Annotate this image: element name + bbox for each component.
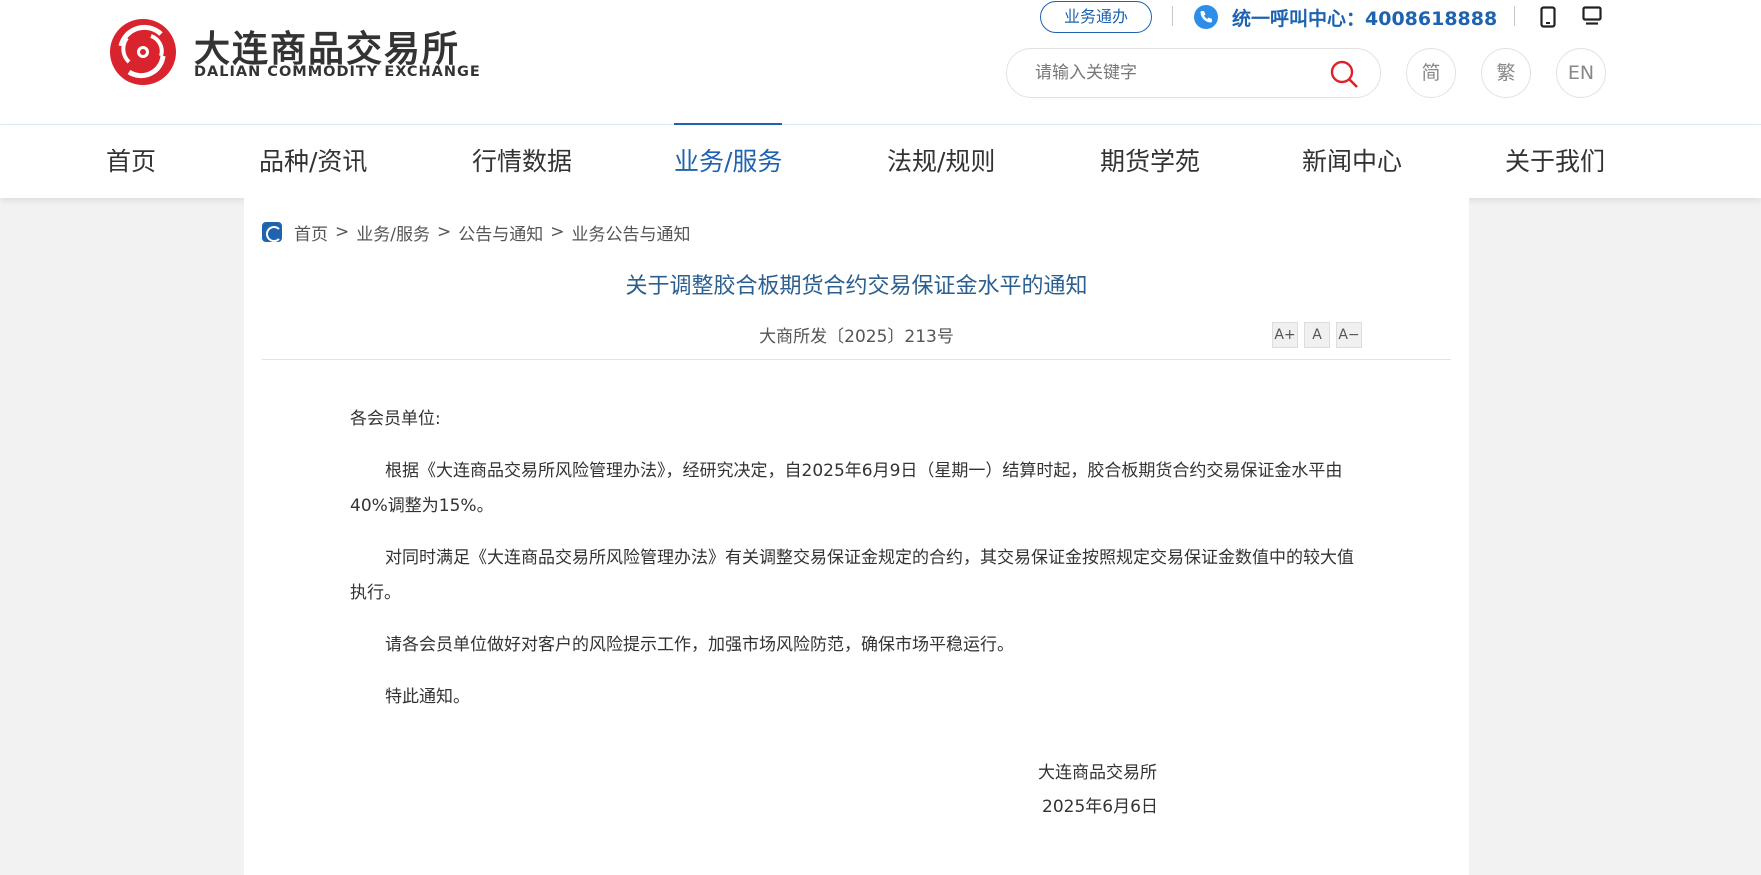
nav-item-news-center[interactable]: 新闻中心 [1302,125,1402,198]
desktop-icon[interactable] [1582,6,1602,26]
nav-item-home[interactable]: 首页 [106,125,156,198]
lang-english-button[interactable]: EN [1556,48,1606,98]
font-size-controls: A+ A A− [1272,322,1368,348]
article-paragraph: 对同时满足《大连商品交易所风险管理办法》有关调整交易保证金规定的合约，其交易保证… [350,548,1354,603]
lang-traditional-button[interactable]: 繁 [1481,48,1531,98]
mobile-icon[interactable] [1540,6,1556,28]
lang-simplified-button[interactable]: 简 [1406,48,1456,98]
nav-item-market-data[interactable]: 行情数据 [472,125,572,198]
signature-date: 2025年6月6日 [1042,797,1158,817]
breadcrumb-home[interactable]: 首页 [294,220,328,245]
breadcrumb-separator: > [550,222,565,242]
logo-swirl-icon [110,19,176,85]
nav-item-products-info[interactable]: 品种/资讯 [259,125,367,198]
breadcrumb: 首页 > 业务/服务 > 公告与通知 > 业务公告与通知 [262,220,690,245]
article-title: 关于调整胶合板期货合约交易保证金水平的通知 [625,274,1088,299]
article-container: 首页 > 业务/服务 > 公告与通知 > 业务公告与通知 关于调整胶合板期货合约… [244,198,1469,875]
signature-organization: 大连商品交易所 [1038,763,1157,783]
nav-item-business-services[interactable]: 业务/服务 [674,123,783,198]
search-box [1006,48,1381,98]
separator [1172,6,1173,26]
business-service-button[interactable]: 业务通办 [1040,1,1152,33]
breadcrumb-separator: > [436,222,452,242]
main-nav: 首页 品种/资讯 行情数据 业务/服务 法规/规则 期货学苑 新闻中心 关于我们 [0,123,1761,198]
nav-item-futures-academy[interactable]: 期货学苑 [1100,125,1200,198]
font-increase-button[interactable]: A+ [1272,322,1298,348]
breadcrumb-business-services[interactable]: 业务/服务 [356,220,430,245]
search-input[interactable] [1035,59,1315,87]
top-utility-bar: 业务通办 统一呼叫中心：4008618888 [1040,0,1610,34]
logo-english-name: DALIAN COMMODITY EXCHANGE [194,64,481,80]
search-icon[interactable] [1329,59,1359,89]
logo[interactable]: 大连商品交易所 DALIAN COMMODITY EXCHANGE [106,16,486,88]
article-paragraph: 根据《大连商品交易所风险管理办法》，经研究决定，自2025年6月9日（星期一）结… [350,461,1343,516]
article-paragraph: 请各会员单位做好对客户的风险提示工作，加强市场风险防范，确保市场平稳运行。 [385,635,1014,655]
breadcrumb-home-icon [262,222,282,242]
nav-item-rules[interactable]: 法规/规则 [887,125,995,198]
title-divider [262,359,1451,360]
breadcrumb-announcements[interactable]: 公告与通知 [458,220,543,245]
hotline-text: 统一呼叫中心：4008618888 [1232,8,1498,30]
phone-icon [1194,5,1218,29]
font-decrease-button[interactable]: A− [1336,322,1362,348]
site-header: 大连商品交易所 DALIAN COMMODITY EXCHANGE 业务通办 统… [0,0,1761,124]
font-default-button[interactable]: A [1304,322,1330,348]
nav-item-about-us[interactable]: 关于我们 [1505,125,1605,198]
article-body: 各会员单位: 根据《大连商品交易所风险管理办法》，经研究决定，自2025年6月9… [350,402,1366,732]
article-paragraph: 特此通知。 [385,687,470,707]
breadcrumb-separator: > [335,222,350,242]
breadcrumb-business-announcements[interactable]: 业务公告与通知 [571,220,690,245]
separator [1514,6,1515,26]
article-salutation: 各会员单位: [350,409,441,429]
